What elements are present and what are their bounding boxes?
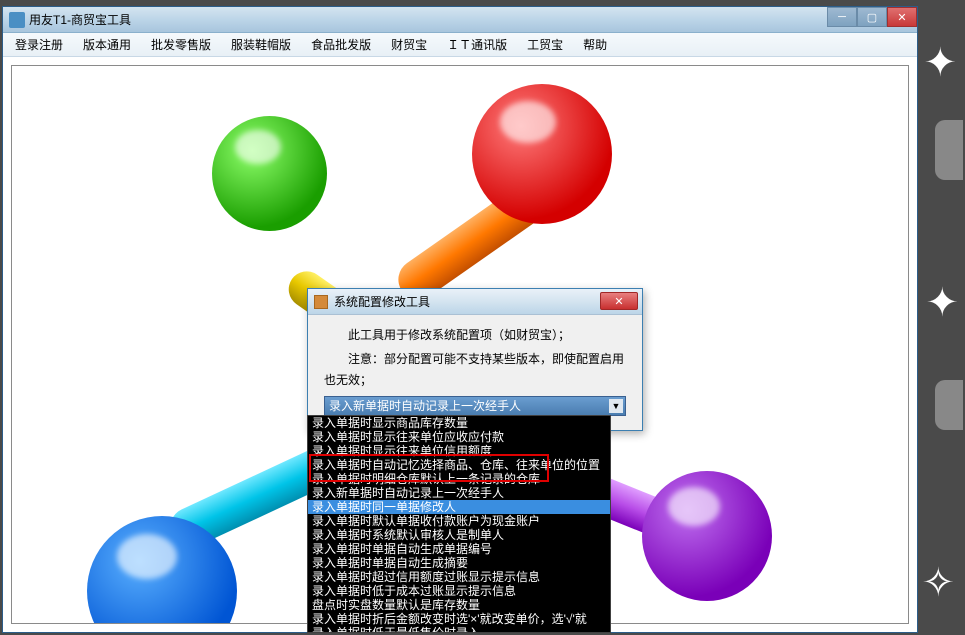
- dropdown-option[interactable]: 盘点时实盘数量默认是库存数量: [308, 598, 610, 612]
- menu-item[interactable]: 财贸宝: [391, 36, 427, 53]
- dropdown-option[interactable]: 录入单据时默认单据收付款账户为现金账户: [308, 514, 610, 528]
- config-dialog: 系统配置修改工具 ✕ 此工具用于修改系统配置项（如财贸宝）； 注意：部分配置可能…: [307, 288, 643, 431]
- chevron-down-icon[interactable]: ▼: [609, 399, 623, 413]
- decoration: [472, 84, 612, 224]
- decoration: [212, 116, 327, 231]
- dropdown-option[interactable]: 录入单据时明细仓库默认上一条记录的仓库: [308, 472, 610, 486]
- dropdown-option[interactable]: 录入单据时折后金额改变时选'×'就改变单价，选'√'就: [308, 612, 610, 626]
- window-controls: ─ ▢ ✕: [827, 7, 917, 27]
- menu-item[interactable]: 服装鞋帽版: [231, 36, 291, 53]
- minimize-button[interactable]: ─: [827, 7, 857, 27]
- dropdown-option[interactable]: 录入单据时超过信用额度过账显示提示信息: [308, 570, 610, 584]
- menu-item[interactable]: 工贸宝: [527, 36, 563, 53]
- menu-item[interactable]: 版本通用: [83, 36, 131, 53]
- close-button[interactable]: ✕: [887, 7, 917, 27]
- menu-item[interactable]: 食品批发版: [311, 36, 371, 53]
- maximize-button[interactable]: ▢: [857, 7, 887, 27]
- dropdown-option[interactable]: 录入单据时低于最低售价时录入: [308, 626, 610, 633]
- dropdown-option[interactable]: 录入单据时自动记忆选择商品、仓库、往来单位的位置: [308, 458, 610, 472]
- dialog-description: 此工具用于修改系统配置项（如财贸宝）；: [324, 325, 626, 345]
- decoration: [642, 471, 772, 601]
- menu-item[interactable]: ＩＴ通讯版: [447, 36, 507, 53]
- dropdown-list[interactable]: 录入单据时显示商品库存数量录入单据时显示往来单位应收应付款录入单据时显示往来单位…: [307, 415, 611, 633]
- dropdown-option[interactable]: 录入单据时显示往来单位应收应付款: [308, 430, 610, 444]
- dropdown-selected: 录入新单据时自动记录上一次经手人: [329, 396, 521, 416]
- dropdown-option[interactable]: 录入单据时显示商品库存数量: [308, 416, 610, 430]
- dropdown-option[interactable]: 录入单据时单据自动生成单据编号: [308, 542, 610, 556]
- titlebar[interactable]: 用友T1-商贸宝工具 ─ ▢ ✕: [3, 7, 917, 33]
- dropdown-option[interactable]: 录入新单据时自动记录上一次经手人: [308, 486, 610, 500]
- dialog-titlebar[interactable]: 系统配置修改工具 ✕: [308, 289, 642, 315]
- dialog-icon: [314, 295, 328, 309]
- menubar: 登录注册 版本通用 批发零售版 服装鞋帽版 食品批发版 财贸宝 ＩＴ通讯版 工贸…: [3, 33, 917, 57]
- dialog-title: 系统配置修改工具: [334, 293, 430, 310]
- menu-item[interactable]: 帮助: [583, 36, 607, 53]
- menu-item[interactable]: 登录注册: [15, 36, 63, 53]
- dropdown-option[interactable]: 录入单据时同一单据修改人: [308, 500, 610, 514]
- dialog-warning: 注意：部分配置可能不支持某些版本，即使配置启用也无效；: [324, 349, 626, 390]
- window-title: 用友T1-商贸宝工具: [29, 11, 131, 28]
- menu-item[interactable]: 批发零售版: [151, 36, 211, 53]
- config-dropdown[interactable]: 录入新单据时自动记录上一次经手人 ▼: [324, 396, 626, 416]
- dropdown-option[interactable]: 录入单据时单据自动生成摘要: [308, 556, 610, 570]
- dropdown-option[interactable]: 录入单据时低于成本过账显示提示信息: [308, 584, 610, 598]
- app-icon: [9, 12, 25, 28]
- dropdown-option[interactable]: 录入单据时显示往来单位信用额度: [308, 444, 610, 458]
- dialog-close-button[interactable]: ✕: [600, 292, 638, 310]
- dropdown-option[interactable]: 录入单据时系统默认审核人是制单人: [308, 528, 610, 542]
- dialog-body: 此工具用于修改系统配置项（如财贸宝）； 注意：部分配置可能不支持某些版本，即使配…: [308, 315, 642, 430]
